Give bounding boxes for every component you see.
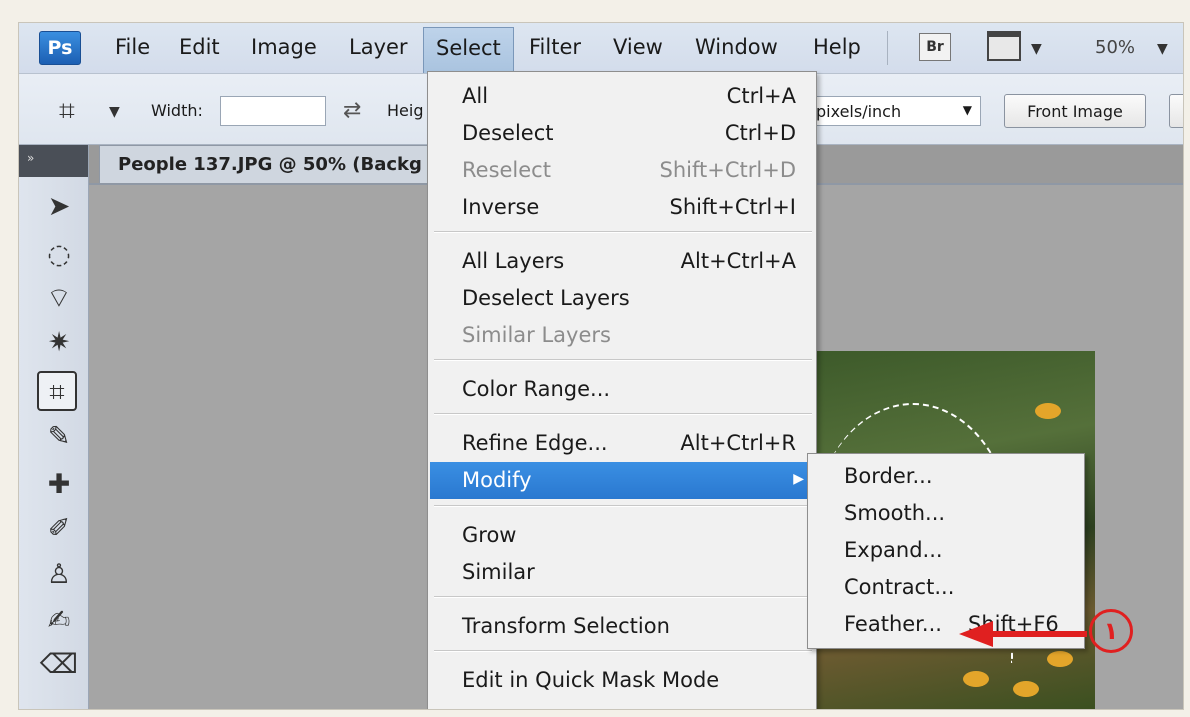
menu-item-similar[interactable]: Similar (430, 554, 814, 591)
menu-window[interactable]: Window (695, 35, 778, 59)
menu-item-deselect[interactable]: Deselect Ctrl+D (430, 115, 814, 152)
menu-item-shortcut: Shift+Ctrl+D (659, 158, 796, 182)
menu-layer[interactable]: Layer (349, 35, 408, 59)
menu-separator (434, 413, 812, 415)
menu-item-label: Similar (462, 560, 535, 584)
menu-item-modify[interactable]: Modify ▶ (430, 462, 814, 499)
menu-item-label: All Layers (462, 249, 565, 273)
submenu-item-contract[interactable]: Contract... (844, 575, 954, 599)
menu-item-shortcut: Shift+Ctrl+I (669, 195, 796, 219)
zoom-level[interactable]: 50% (1095, 37, 1135, 58)
chevron-down-icon: ▼ (962, 103, 972, 117)
magic-wand-icon[interactable]: ✷ (39, 323, 79, 363)
menu-separator (434, 596, 812, 598)
menu-filter[interactable]: Filter (529, 35, 581, 59)
menu-item-label: Grow (462, 523, 517, 547)
menu-item-similar-layers: Similar Layers (430, 317, 814, 354)
crop-tool-icon[interactable]: ⌗ (37, 371, 77, 411)
menu-item-quick-mask[interactable]: Edit in Quick Mask Mode (430, 662, 814, 699)
tool-preset-dropdown-icon[interactable]: ▼ (109, 104, 120, 120)
annotation-arrow-icon (959, 621, 1087, 647)
tools-panel: » ➤ ◌ ⌔ ✷ ⌗ ✎ ✚ ✐ ♙ ✍ ⌫ (19, 145, 89, 709)
document-tab[interactable]: People 137.JPG @ 50% (Backg (99, 145, 429, 183)
menu-file[interactable]: File (115, 35, 150, 59)
brush-icon[interactable]: ✐ (39, 509, 79, 549)
menu-item-label: Similar Layers (462, 323, 611, 347)
width-input[interactable] (220, 96, 326, 126)
menu-item-label: All (462, 84, 489, 108)
select-menu: All Ctrl+A Deselect Ctrl+D Reselect Shif… (427, 71, 817, 709)
flower-detail (1047, 651, 1073, 667)
photoshop-window: Ps File Edit Image Layer Select Filter V… (18, 22, 1184, 710)
menu-item-label: Modify (462, 468, 532, 492)
menu-item-label: Transform Selection (462, 614, 670, 638)
menu-edit[interactable]: Edit (179, 35, 220, 59)
menu-item-label: Deselect (462, 121, 554, 145)
height-label: Heig (387, 101, 424, 120)
menu-separator (434, 505, 812, 507)
bridge-button[interactable]: Br (919, 33, 951, 61)
menu-item-label: Reselect (462, 158, 551, 182)
crop-icon[interactable]: ⌗ (59, 94, 75, 128)
menu-item-label: Edit in Quick Mask Mode (462, 668, 720, 692)
screen-layout-icon[interactable] (987, 31, 1021, 61)
eyedropper-icon[interactable]: ✎ (39, 417, 79, 457)
submenu-item-feather[interactable]: Feather... (844, 612, 942, 636)
menu-item-all[interactable]: All Ctrl+A (430, 78, 814, 115)
submenu-item-smooth[interactable]: Smooth... (844, 501, 945, 525)
menu-item-shortcut: Alt+Ctrl+A (680, 249, 796, 273)
menu-separator (434, 359, 812, 361)
menu-view[interactable]: View (613, 35, 663, 59)
healing-brush-icon[interactable]: ✚ (39, 465, 79, 505)
history-brush-icon[interactable]: ✍ (39, 601, 79, 641)
menu-bar: Ps File Edit Image Layer Select Filter V… (19, 23, 1183, 73)
clear-button[interactable] (1169, 94, 1183, 128)
menu-select[interactable]: Select (423, 27, 514, 73)
menu-item-shortcut: Ctrl+D (724, 121, 796, 145)
submenu-item-border[interactable]: Border... (844, 464, 933, 488)
menu-item-grow[interactable]: Grow (430, 517, 814, 554)
resolution-unit-select[interactable]: pixels/inch ▼ (809, 96, 981, 126)
menu-item-refine-edge[interactable]: Refine Edge... Alt+Ctrl+R (430, 425, 814, 462)
submenu-arrow-icon: ▶ (793, 471, 804, 487)
elliptical-marquee-icon[interactable]: ◌ (39, 235, 79, 275)
menubar-divider (887, 31, 888, 65)
menu-item-shortcut: Alt+Ctrl+R (680, 431, 796, 455)
menu-item-reselect: Reselect Shift+Ctrl+D (430, 152, 814, 189)
lasso-icon[interactable]: ⌔ (39, 279, 79, 319)
tools-panel-collapse-icon[interactable]: » (19, 145, 88, 177)
clone-stamp-icon[interactable]: ♙ (39, 555, 79, 595)
swap-dimensions-icon[interactable]: ⇄ (343, 98, 361, 123)
menu-item-all-layers[interactable]: All Layers Alt+Ctrl+A (430, 243, 814, 280)
menu-image[interactable]: Image (251, 35, 317, 59)
menu-item-label: Inverse (462, 195, 540, 219)
layout-dropdown-icon[interactable]: ▼ (1031, 41, 1042, 57)
flower-detail (963, 671, 989, 687)
zoom-dropdown-icon[interactable]: ▼ (1157, 41, 1168, 57)
menu-item-inverse[interactable]: Inverse Shift+Ctrl+I (430, 189, 814, 226)
menu-item-color-range[interactable]: Color Range... (430, 371, 814, 408)
menu-item-label: Color Range... (462, 377, 611, 401)
menu-separator (434, 650, 812, 652)
move-tool-icon[interactable]: ➤ (39, 187, 79, 227)
eraser-icon[interactable]: ⌫ (39, 645, 79, 685)
flower-detail (1013, 681, 1039, 697)
menu-help[interactable]: Help (813, 35, 861, 59)
menu-item-label: Deselect Layers (462, 286, 630, 310)
photoshop-logo-icon: Ps (39, 31, 81, 65)
menu-item-deselect-layers[interactable]: Deselect Layers (430, 280, 814, 317)
resolution-unit-value: pixels/inch (816, 102, 902, 121)
menu-item-transform-selection[interactable]: Transform Selection (430, 608, 814, 645)
annotation-marker: ١ (1089, 609, 1133, 653)
menu-item-shortcut: Ctrl+A (726, 84, 796, 108)
menu-item-label: Refine Edge... (462, 431, 608, 455)
flower-detail (1035, 403, 1061, 419)
front-image-button[interactable]: Front Image (1004, 94, 1146, 128)
menu-separator (434, 231, 812, 233)
width-label: Width: (151, 101, 203, 120)
submenu-item-expand[interactable]: Expand... (844, 538, 943, 562)
